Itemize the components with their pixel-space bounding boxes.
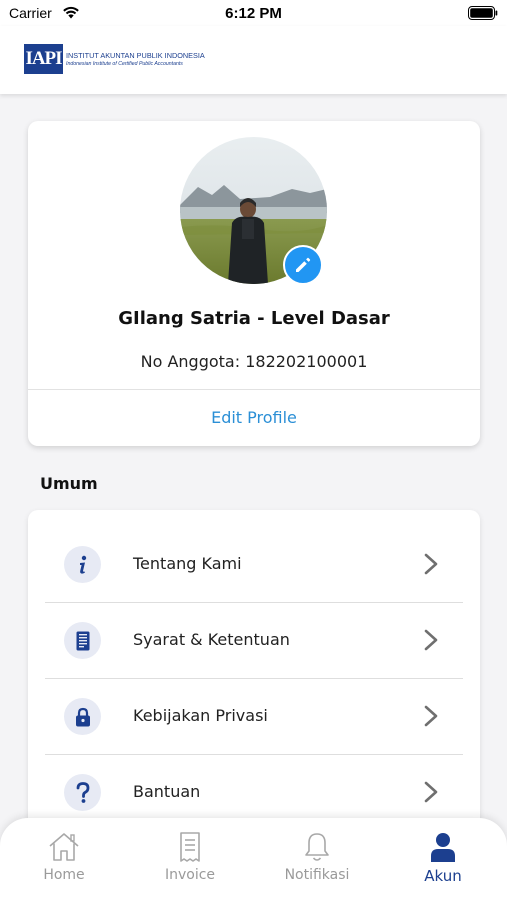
menu-item-label: Syarat & Ketentuan bbox=[133, 630, 290, 649]
battery-icon bbox=[468, 6, 498, 20]
tab-label: Invoice bbox=[164, 867, 216, 883]
menu-item-kebijakan-privasi[interactable]: Kebijakan Privasi bbox=[45, 679, 463, 755]
bell-icon bbox=[305, 833, 329, 861]
logo-title: INSTITUT AKUNTAN PUBLIK INDONESIA bbox=[66, 51, 205, 60]
tab-home[interactable]: Home bbox=[9, 830, 119, 896]
user-icon bbox=[431, 833, 455, 862]
tab-notifikasi[interactable]: Notifikasi bbox=[262, 830, 372, 896]
menu-card: Tentang Kami Syarat & Ketentuan Kebijaka… bbox=[28, 510, 480, 840]
chevron-right-icon bbox=[424, 781, 438, 803]
chevron-right-icon bbox=[424, 629, 438, 651]
tab-akun[interactable]: Akun bbox=[388, 830, 498, 896]
document-icon bbox=[64, 622, 101, 659]
app-header: IAPI INSTITUT AKUNTAN PUBLIK INDONESIA I… bbox=[0, 26, 507, 94]
tab-label: Home bbox=[43, 867, 85, 883]
lock-icon bbox=[64, 698, 101, 735]
edit-profile-button[interactable]: Edit Profile bbox=[28, 408, 480, 427]
home-icon bbox=[49, 833, 79, 861]
logo-subtitle: Indonesian Institute of Certified Public… bbox=[66, 61, 183, 67]
iapi-logo: IAPI INSTITUT AKUNTAN PUBLIK INDONESIA I… bbox=[24, 44, 205, 74]
menu-item-tentang-kami[interactable]: Tentang Kami bbox=[45, 527, 463, 603]
menu-item-syarat-ketentuan[interactable]: Syarat & Ketentuan bbox=[45, 603, 463, 679]
logo-mark: IAPI bbox=[24, 44, 63, 74]
profile-card: GIlang Satria - Level Dasar No Anggota: … bbox=[28, 121, 480, 446]
menu-item-label: Kebijakan Privasi bbox=[133, 706, 268, 725]
section-title: Umum bbox=[40, 474, 98, 493]
status-bar: Carrier 6:12 PM bbox=[0, 0, 507, 26]
menu-item-label: Bantuan bbox=[133, 782, 201, 801]
chevron-right-icon bbox=[424, 705, 438, 727]
bottom-tab-bar: Home Invoice Notifikasi Akun bbox=[0, 818, 507, 900]
member-number: No Anggota: 182202100001 bbox=[140, 352, 368, 371]
tab-label: Akun bbox=[424, 867, 462, 885]
menu-item-label: Tentang Kami bbox=[133, 554, 242, 573]
help-icon bbox=[64, 774, 101, 811]
info-icon bbox=[64, 546, 101, 583]
status-time: 6:12 PM bbox=[225, 5, 282, 22]
edit-avatar-button[interactable] bbox=[283, 245, 323, 285]
invoice-icon bbox=[180, 832, 200, 862]
tab-label: Notifikasi bbox=[284, 867, 350, 883]
divider bbox=[28, 389, 480, 390]
tab-invoice[interactable]: Invoice bbox=[135, 830, 245, 896]
chevron-right-icon bbox=[424, 553, 438, 575]
profile-name: GIlang Satria - Level Dasar bbox=[118, 308, 390, 329]
pencil-icon bbox=[296, 257, 311, 272]
